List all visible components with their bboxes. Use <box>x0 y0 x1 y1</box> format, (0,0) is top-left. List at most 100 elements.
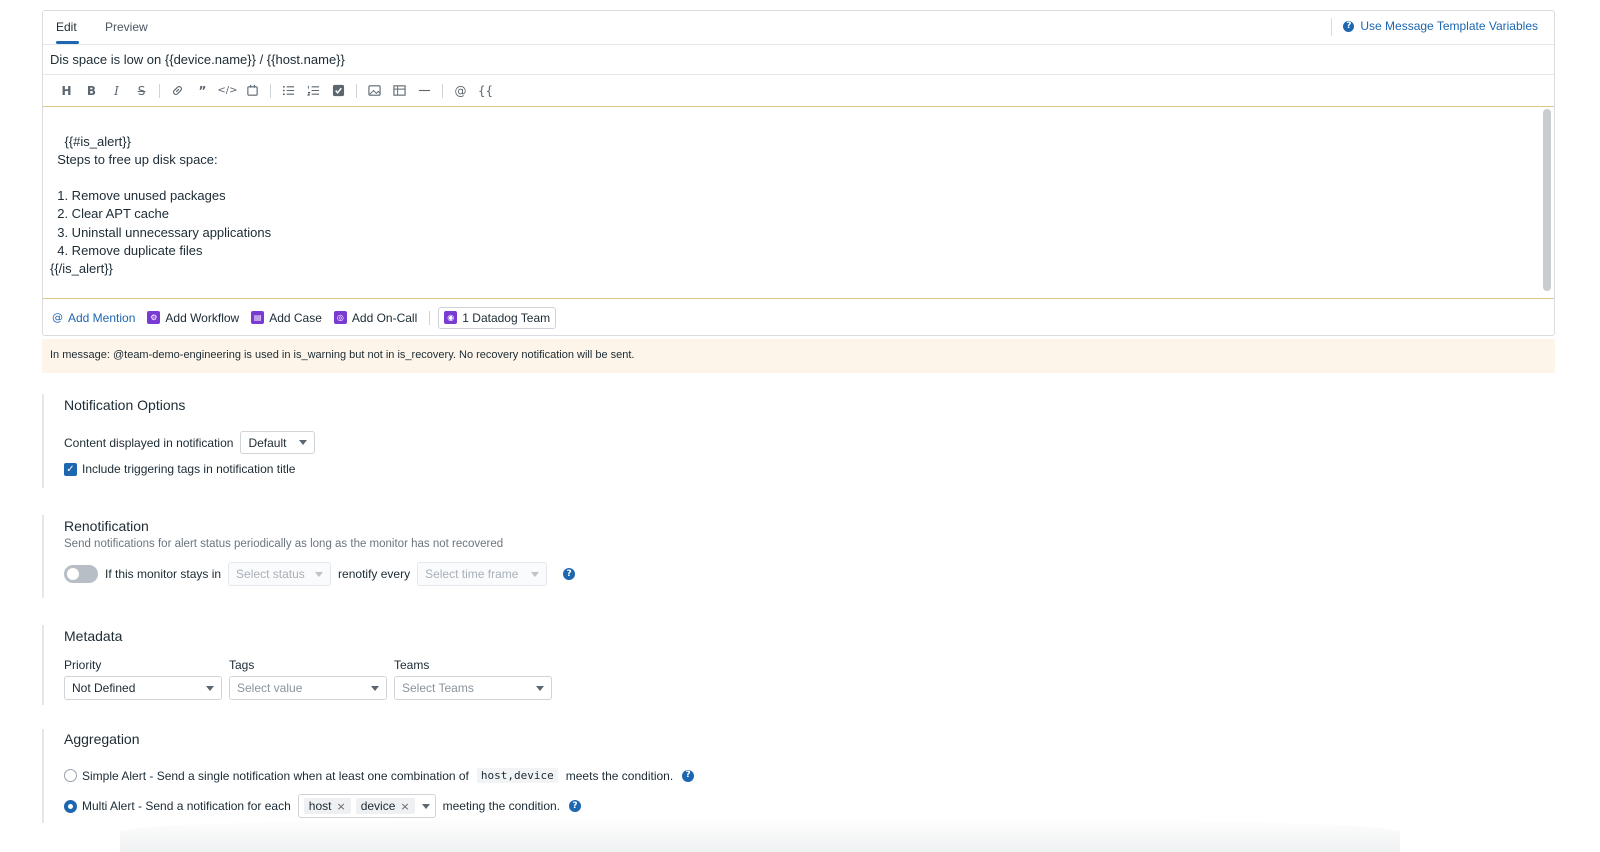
italic-button[interactable]: I <box>104 80 129 102</box>
include-tags-label: Include triggering tags in notification … <box>82 462 296 476</box>
add-workflow-button[interactable]: ⚙ Add Workflow <box>147 311 239 325</box>
format-toolbar: H B I S ” </> @ {{ <box>43 75 1554 107</box>
simple-alert-radio[interactable] <box>64 769 77 782</box>
tags-select[interactable]: Select value <box>229 676 387 700</box>
simple-alert-label: Simple Alert - Send a single notificatio… <box>82 768 469 783</box>
teams-select[interactable]: Select Teams <box>394 676 552 700</box>
renotify-every-label: renotify every <box>338 567 411 581</box>
chevron-down-icon <box>371 685 379 691</box>
bullet-list-button[interactable] <box>276 80 301 102</box>
multi-alert-radio[interactable] <box>64 799 77 813</box>
renotification-toggle[interactable] <box>64 565 98 583</box>
datadog-team-button[interactable]: ◉ 1 Datadog Team <box>438 306 557 329</box>
message-editor: Edit Preview ? Use Message Template Vari… <box>42 10 1555 336</box>
bottom-shadow <box>120 818 1400 852</box>
chip-label: host <box>308 799 332 813</box>
bold-button[interactable]: B <box>79 80 104 102</box>
message-body-text: {{#is_alert}} Steps to free up disk spac… <box>50 134 578 298</box>
priority-label: Priority <box>64 658 102 672</box>
close-icon[interactable]: × <box>336 800 345 813</box>
editor-scrollbar[interactable] <box>1543 109 1551 291</box>
add-case-label: Add Case <box>269 310 322 325</box>
active-tab-indicator <box>56 41 79 44</box>
strikethrough-button[interactable]: S <box>129 80 154 102</box>
chevron-down-icon <box>299 440 308 445</box>
add-case-button[interactable]: ▤ Add Case <box>251 311 322 325</box>
chevron-down-icon <box>531 571 540 577</box>
numbered-list-button[interactable] <box>301 80 326 102</box>
section-title: Notification Options <box>64 397 186 413</box>
include-tags-checkbox[interactable]: ✓ <box>64 462 77 476</box>
numbered-list-icon <box>307 85 320 96</box>
section-description: Send notifications for alert status peri… <box>64 538 504 550</box>
priority-value: Not Defined <box>72 681 136 695</box>
add-oncall-button[interactable]: ◎ Add On-Call <box>333 311 417 325</box>
aggregation-section: Aggregation Simple Alert - Send a single… <box>42 729 695 823</box>
message-body-textarea[interactable]: {{#is_alert}} Steps to free up disk spac… <box>43 107 1554 299</box>
chevron-down-icon <box>315 571 324 577</box>
multi-alert-label: Multi Alert - Send a notification for ea… <box>82 799 291 813</box>
editor-tabs: Edit Preview ? Use Message Template Vari… <box>43 11 1554 45</box>
template-variables-label: Use Message Template Variables <box>1360 19 1538 33</box>
group-chip-host: host × <box>303 798 351 814</box>
content-displayed-select[interactable]: Default <box>240 431 316 454</box>
team-icon: ◉ <box>444 311 458 324</box>
add-mention-button[interactable]: @ Add Mention <box>52 311 135 325</box>
tags-label: Tags <box>229 658 255 672</box>
quote-button[interactable]: ” <box>190 80 215 102</box>
recovery-warning-banner: In message: @team-demo-engineering is us… <box>42 339 1555 373</box>
link-button[interactable] <box>165 80 190 102</box>
tags-placeholder: Select value <box>237 681 303 695</box>
metadata-section: Metadata Priority Not Defined Tags Selec… <box>42 625 552 705</box>
image-icon <box>368 85 381 96</box>
link-icon <box>173 86 182 95</box>
workflow-icon: ⚙ <box>147 311 161 324</box>
mention-bar: @ Add Mention ⚙ Add Workflow ▤ Add Case … <box>43 299 1554 336</box>
status-placeholder: Select status <box>236 567 305 581</box>
checkbox-icon <box>332 84 345 97</box>
divider <box>270 83 271 98</box>
oncall-icon: ◎ <box>333 311 347 324</box>
code-block-button[interactable] <box>240 80 265 102</box>
case-icon: ▤ <box>251 311 265 324</box>
tab-edit[interactable]: Edit <box>56 20 77 34</box>
tab-preview[interactable]: Preview <box>105 20 148 34</box>
divider <box>442 83 443 98</box>
chip-label: device <box>360 799 396 813</box>
help-icon[interactable]: ? <box>563 568 576 580</box>
notification-options-section: Notification Options Content displayed i… <box>42 394 316 488</box>
chevron-down-icon <box>421 803 430 809</box>
variable-button[interactable]: {{ <box>473 80 498 102</box>
close-icon[interactable]: × <box>400 800 409 813</box>
renotification-section: Renotification Send notifications for al… <box>42 515 576 598</box>
warning-text: In message: @team-demo-engineering is us… <box>50 349 635 361</box>
priority-select[interactable]: Not Defined <box>64 676 222 700</box>
help-icon[interactable]: ? <box>682 769 695 782</box>
section-title: Metadata <box>64 628 123 644</box>
template-variables-link[interactable]: ? Use Message Template Variables <box>1343 19 1538 33</box>
image-button[interactable] <box>362 80 387 102</box>
divider <box>356 83 357 98</box>
mention-button[interactable]: @ <box>448 80 473 102</box>
table-button[interactable] <box>387 80 412 102</box>
message-title-input[interactable]: Dis space is low on {{device.name}} / {{… <box>43 45 1554 75</box>
multi-alert-group-select[interactable]: host × device × <box>297 794 436 818</box>
table-icon <box>393 85 406 96</box>
stays-in-label: If this monitor stays in <box>105 567 222 581</box>
heading-button[interactable]: H <box>54 80 79 102</box>
time-frame-select[interactable]: Select time frame <box>417 562 548 586</box>
divider <box>159 83 160 98</box>
simple-alert-suffix: meets the condition. <box>565 768 674 783</box>
horizontal-rule-icon <box>418 89 431 92</box>
horizontal-rule-button[interactable] <box>412 80 437 102</box>
at-icon: @ <box>52 311 63 324</box>
content-displayed-label: Content displayed in notification <box>64 435 234 450</box>
checklist-button[interactable] <box>326 80 351 102</box>
section-title: Aggregation <box>64 731 140 747</box>
help-icon[interactable]: ? <box>569 800 582 812</box>
status-select[interactable]: Select status <box>228 562 332 586</box>
teams-label: Teams <box>394 658 430 672</box>
add-workflow-label: Add Workflow <box>165 310 240 325</box>
divider <box>429 310 431 325</box>
code-button[interactable]: </> <box>215 80 240 102</box>
